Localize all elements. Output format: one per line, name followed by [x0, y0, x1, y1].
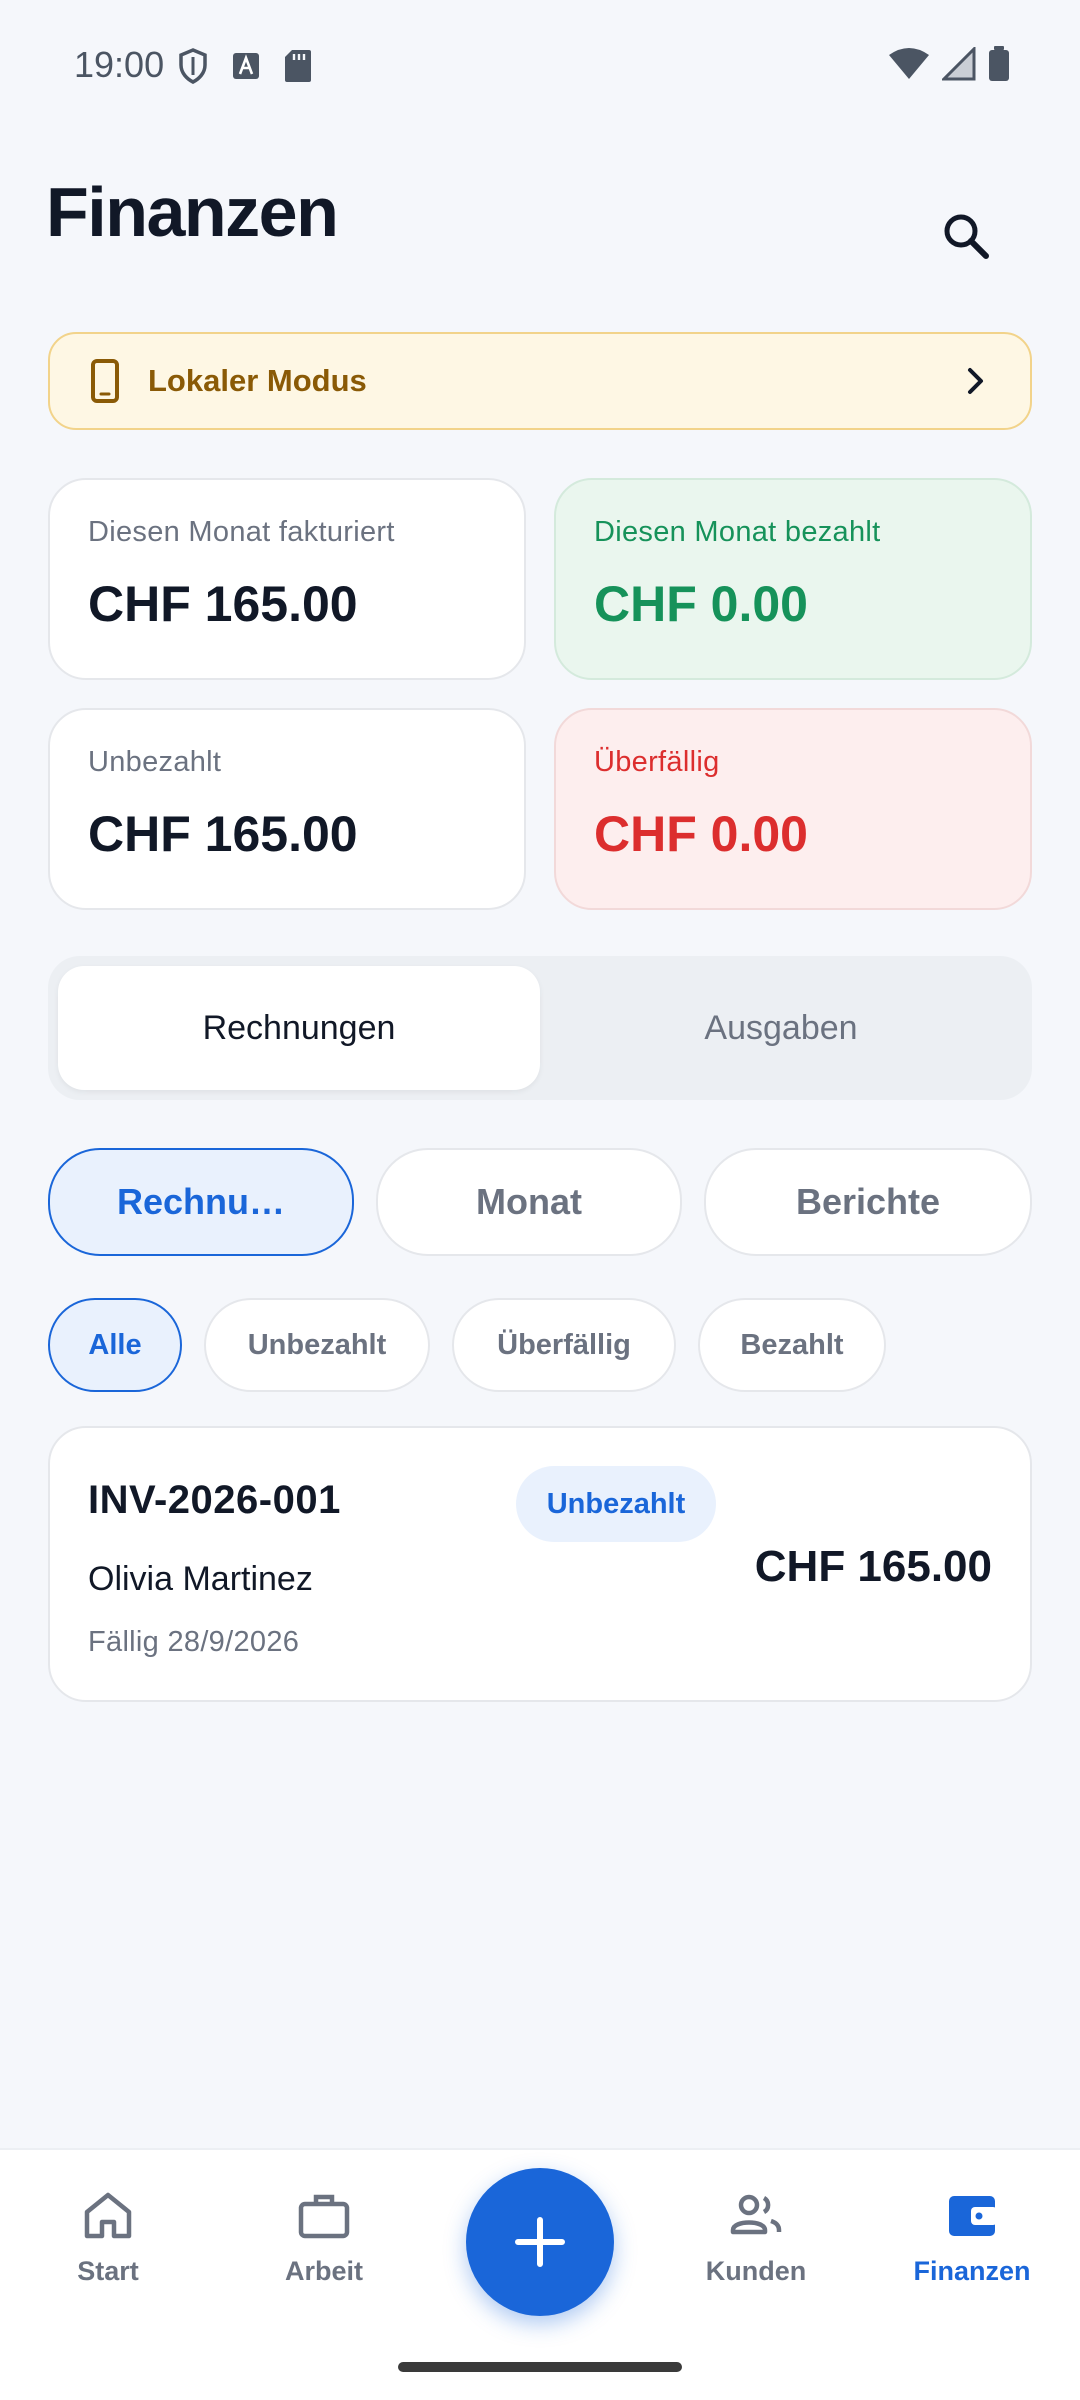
phone-icon — [91, 359, 119, 403]
nav-item-kunden[interactable]: Kunden — [666, 2190, 846, 2287]
stat-value: CHF 165.00 — [88, 576, 358, 632]
search-icon — [944, 214, 989, 259]
stat-card-paid-month: Diesen Monat bezahlt CHF 0.00 — [554, 478, 1032, 680]
chevron-right-icon — [968, 368, 983, 394]
stat-caption: Unbezahlt — [88, 746, 222, 778]
stat-caption: Diesen Monat bezahlt — [594, 516, 881, 548]
wallet-icon — [949, 2196, 997, 2236]
plus-icon — [515, 2217, 565, 2267]
local-mode-label: Lokaler Modus — [148, 363, 367, 398]
filter-chip-alle[interactable]: Alle — [48, 1298, 182, 1392]
font-a-icon — [233, 53, 259, 79]
view-pill-rechnungen[interactable]: Rechnu… — [48, 1148, 354, 1256]
status-badge: Unbezahlt — [516, 1466, 716, 1542]
page-title: Finanzen — [46, 173, 339, 251]
battery-icon — [989, 46, 1009, 81]
tab-rechnungen[interactable]: Rechnungen — [58, 966, 540, 1090]
briefcase-icon — [298, 2194, 350, 2239]
status-icons-right — [888, 46, 1010, 82]
local-mode-banner[interactable]: Lokaler Modus — [48, 332, 1032, 430]
nav-label: Arbeit — [284, 2256, 363, 2286]
invoice-due-date: Fällig 28/9/2026 — [88, 1626, 300, 1658]
nav-label: Start — [77, 2256, 139, 2286]
nav-label: Finanzen — [913, 2256, 1031, 2286]
stat-caption: Überfällig — [594, 746, 720, 778]
nav-item-arbeit[interactable]: Arbeit — [234, 2190, 414, 2287]
segmented-control: Rechnungen Ausgaben — [48, 956, 1032, 1100]
home-indicator[interactable] — [398, 2362, 682, 2372]
search-button[interactable] — [936, 206, 996, 266]
filter-chip-bezahlt[interactable]: Bezahlt — [698, 1298, 886, 1392]
nav-item-start[interactable]: Start — [18, 2190, 198, 2287]
add-button[interactable] — [466, 2168, 614, 2316]
filter-chip-unbezahlt[interactable]: Unbezahlt — [204, 1298, 430, 1392]
invoice-card[interactable]: INV-2026-001 Unbezahlt Olivia Martinez F… — [48, 1426, 1032, 1702]
view-pill-berichte[interactable]: Berichte — [704, 1148, 1032, 1256]
stat-card-overdue: Überfällig CHF 0.00 — [554, 708, 1032, 910]
home-icon — [84, 2192, 132, 2239]
shield-icon — [179, 48, 207, 84]
stat-caption: Diesen Monat fakturiert — [88, 516, 395, 548]
wifi-icon — [889, 48, 929, 79]
invoice-client: Olivia Martinez — [88, 1560, 313, 1598]
stat-card-unpaid: Unbezahlt CHF 165.00 — [48, 708, 526, 910]
view-pill-monat[interactable]: Monat — [376, 1148, 682, 1256]
invoice-number: INV-2026-001 — [88, 1478, 341, 1522]
filter-chip-ueberfaellig[interactable]: Überfällig — [452, 1298, 676, 1392]
stat-value: CHF 165.00 — [88, 806, 358, 862]
status-icons-left — [178, 48, 312, 84]
status-bar: 19:00 — [0, 0, 1080, 130]
stat-value: CHF 0.00 — [594, 576, 808, 632]
sd-card-icon — [285, 50, 311, 82]
stat-card-invoiced-month: Diesen Monat fakturiert CHF 165.00 — [48, 478, 526, 680]
stat-value: CHF 0.00 — [594, 806, 808, 862]
people-icon — [730, 2194, 782, 2235]
signal-icon — [942, 47, 976, 81]
invoice-amount: CHF 165.00 — [754, 1542, 992, 1591]
tab-ausgaben[interactable]: Ausgaben — [540, 966, 1022, 1090]
nav-item-finanzen[interactable]: Finanzen — [882, 2190, 1062, 2287]
nav-label: Kunden — [705, 2256, 807, 2286]
status-time: 19:00 — [74, 44, 165, 85]
